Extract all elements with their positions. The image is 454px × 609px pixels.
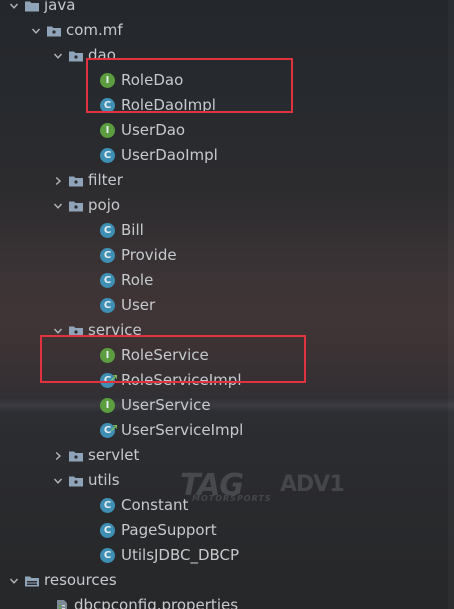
tree-item-java[interactable]: java xyxy=(0,0,448,18)
tree-item-label: UtilsJDBC_DBCP xyxy=(121,546,240,564)
interface-icon: I xyxy=(100,73,115,88)
tree-item-roleserviceimpl[interactable]: C RoleServiceImpl xyxy=(0,368,448,393)
tree-item-label: RoleDao xyxy=(121,71,184,89)
interface-icon: I xyxy=(100,398,115,413)
tree-item-label: com.mf xyxy=(66,21,123,39)
interface-icon: I xyxy=(100,123,115,138)
tree-item-com-mf[interactable]: com.mf xyxy=(0,18,448,43)
vertical-scrollbar[interactable] xyxy=(448,0,454,609)
class-icon: C xyxy=(100,371,118,388)
tree-item-label: resources xyxy=(44,571,117,589)
tree-item-pojo[interactable]: pojo xyxy=(0,193,448,218)
chevron-down-icon[interactable] xyxy=(52,318,64,343)
tree-item-label: User xyxy=(121,296,156,314)
tree-item-label: UserService xyxy=(121,396,211,414)
tree-item-label: pojo xyxy=(88,196,121,214)
tree-item-label: filter xyxy=(88,171,123,189)
resources-folder-icon xyxy=(24,573,40,589)
tree-item-pagesupport[interactable]: C PageSupport xyxy=(0,518,448,543)
tree-item-userserviceimpl[interactable]: C UserServiceImpl xyxy=(0,418,448,443)
tree-item-label: RoleServiceImpl xyxy=(121,371,242,389)
tree-item-label: PageSupport xyxy=(121,521,217,539)
properties-file-icon xyxy=(54,598,70,609)
chevron-right-icon[interactable] xyxy=(52,443,64,468)
tree-item-label: Role xyxy=(121,271,154,289)
implements-badge-icon xyxy=(110,371,118,382)
package-folder-icon xyxy=(68,323,84,339)
chevron-down-icon[interactable] xyxy=(52,193,64,218)
tree-item-userdao[interactable]: I UserDao xyxy=(0,118,448,143)
package-folder-icon xyxy=(68,48,84,64)
class-icon: C xyxy=(100,523,115,538)
tree-item-userservice[interactable]: I UserService xyxy=(0,393,448,418)
tree-item-label: dbcpconfig.properties xyxy=(74,596,239,609)
chevron-down-icon[interactable] xyxy=(52,43,64,68)
chevron-right-icon[interactable] xyxy=(52,168,64,193)
tree-item-label: dao xyxy=(88,46,116,64)
tree-item-label: Constant xyxy=(121,496,189,514)
class-icon: C xyxy=(100,148,115,163)
tree-item-service[interactable]: service xyxy=(0,318,448,343)
tree-item-provide[interactable]: C Provide xyxy=(0,243,448,268)
tree-item-label: Bill xyxy=(121,221,144,239)
tree-item-dao[interactable]: dao xyxy=(0,43,448,68)
tree-item-roledaoimpl[interactable]: C RoleDaoImpl xyxy=(0,93,448,118)
folder-icon xyxy=(24,0,40,14)
tree-item-utilsjdbc-dbcp[interactable]: C UtilsJDBC_DBCP xyxy=(0,543,448,568)
tree-item-role[interactable]: C Role xyxy=(0,268,448,293)
class-icon: C xyxy=(100,421,118,438)
package-folder-icon xyxy=(68,448,84,464)
class-icon: C xyxy=(100,498,115,513)
chevron-down-icon[interactable] xyxy=(52,468,64,493)
tree-item-label: service xyxy=(88,321,142,339)
chevron-down-icon[interactable] xyxy=(8,0,20,18)
tree-item-label: RoleService xyxy=(121,346,209,364)
tree-item-label: servlet xyxy=(88,446,140,464)
tree-item-roleservice[interactable]: I RoleService xyxy=(0,343,448,368)
class-icon: C xyxy=(100,548,115,563)
tree-item-label: UserDaoImpl xyxy=(121,146,218,164)
tree-item-filter[interactable]: filter xyxy=(0,168,448,193)
tree-item-servlet[interactable]: servlet xyxy=(0,443,448,468)
tree-item-label: RoleDaoImpl xyxy=(121,96,216,114)
package-folder-icon xyxy=(68,173,84,189)
tree-item-label: UserDao xyxy=(121,121,186,139)
tree-item-label: Provide xyxy=(121,246,177,264)
class-icon: C xyxy=(100,248,115,263)
tree-item-constant[interactable]: C Constant xyxy=(0,493,448,518)
tree-item-userdaoimpl[interactable]: C UserDaoImpl xyxy=(0,143,448,168)
interface-icon: I xyxy=(100,348,115,363)
tree-item-resources[interactable]: resources xyxy=(0,568,448,593)
chevron-down-icon[interactable] xyxy=(8,568,20,593)
tree-item-roledao[interactable]: I RoleDao xyxy=(0,68,448,93)
tree-item-dbcpconfig-properties[interactable]: dbcpconfig.properties xyxy=(0,593,448,609)
implements-badge-icon xyxy=(110,421,118,432)
tree-item-label: utils xyxy=(88,471,120,489)
class-icon: C xyxy=(100,223,115,238)
tree-item-label: UserServiceImpl xyxy=(121,421,244,439)
package-folder-icon xyxy=(46,23,62,39)
class-icon: C xyxy=(100,98,115,113)
project-tree: java com.mf dao I RoleDao C RoleDaoImpl I UserDa… xyxy=(0,0,448,609)
tree-item-utils[interactable]: utils xyxy=(0,468,448,493)
tree-item-user[interactable]: C User xyxy=(0,293,448,318)
class-icon: C xyxy=(100,298,115,313)
class-icon: C xyxy=(100,273,115,288)
package-folder-icon xyxy=(68,473,84,489)
package-folder-icon xyxy=(68,198,84,214)
tree-item-label: java xyxy=(44,0,76,14)
chevron-down-icon[interactable] xyxy=(30,18,42,43)
tree-item-bill[interactable]: C Bill xyxy=(0,218,448,243)
